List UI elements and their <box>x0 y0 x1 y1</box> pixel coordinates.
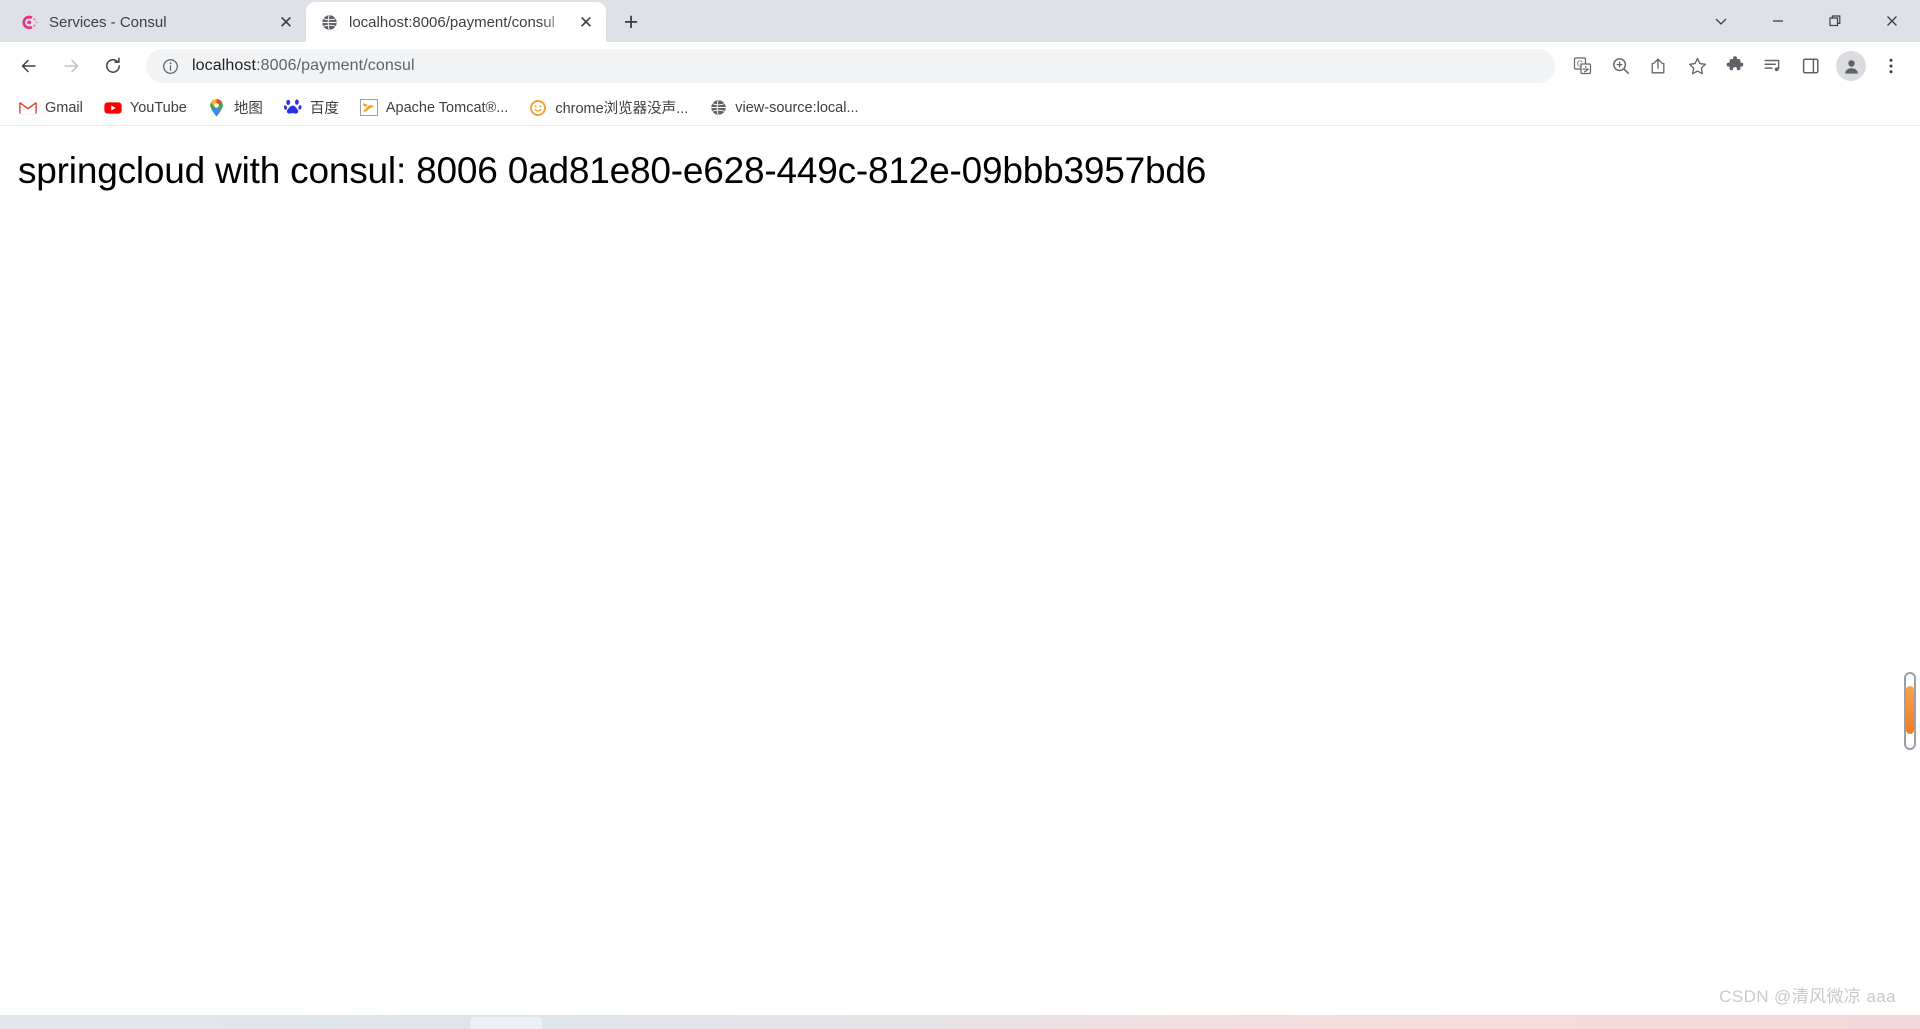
bookmark-gmail[interactable]: Gmail <box>10 94 92 122</box>
bookmark-label: Apache Tomcat®... <box>385 99 509 116</box>
zoom-icon[interactable] <box>1603 48 1639 84</box>
bookmark-maps[interactable]: 地图 <box>199 94 272 122</box>
bookmark-baidu[interactable]: 百度 <box>275 94 348 122</box>
scrollbar-thumb[interactable] <box>1906 686 1914 734</box>
bookmark-label: YouTube <box>129 99 187 116</box>
consul-logo-icon <box>20 13 38 31</box>
share-icon[interactable] <box>1641 48 1677 84</box>
youtube-icon <box>104 99 122 117</box>
gmail-icon <box>19 99 37 117</box>
tomcat-icon <box>359 99 378 117</box>
avatar[interactable] <box>1836 51 1866 81</box>
tab-close-button[interactable]: ✕ <box>274 10 298 34</box>
bookmark-star-icon[interactable] <box>1679 48 1715 84</box>
new-tab-button[interactable]: + <box>614 5 648 39</box>
tab-close-button[interactable]: ✕ <box>574 10 598 34</box>
bookmark-view-source[interactable]: view-source:local... <box>700 94 867 122</box>
google-maps-pin-icon <box>208 98 226 117</box>
toolbar-actions: G <box>1564 48 1910 84</box>
side-panel-icon[interactable] <box>1793 48 1829 84</box>
tab-strip: Services - Consul ✕ localhost:8006/payme… <box>0 0 1920 42</box>
bookmark-label: chrome浏览器没声... <box>555 101 689 117</box>
extensions-puzzle-icon[interactable] <box>1717 48 1753 84</box>
browser-tab-payment-consul[interactable]: localhost:8006/payment/consul ✕ <box>306 2 606 42</box>
reading-list-icon[interactable] <box>1755 48 1791 84</box>
window-controls <box>1692 0 1920 42</box>
site-info-icon[interactable] <box>160 56 180 76</box>
page-scrollbar[interactable] <box>1903 126 1918 1029</box>
page-title: springcloud with consul: 8006 0ad81e80-e… <box>18 150 1207 191</box>
maximize-restore-button[interactable] <box>1806 0 1863 42</box>
smiley-orange-icon <box>529 99 547 117</box>
bookmark-apache-tomcat[interactable]: Apache Tomcat®... <box>351 94 517 122</box>
globe-icon <box>320 13 338 31</box>
tab-search-button[interactable] <box>1692 0 1749 42</box>
desktop-taskbar-strip <box>0 1015 1920 1029</box>
page-viewport: springcloud with consul: 8006 0ad81e80-e… <box>0 126 1920 1029</box>
page-content: springcloud with consul: 8006 0ad81e80-e… <box>0 126 1920 192</box>
baidu-icon <box>283 99 302 117</box>
watermark-text: CSDN @清风微凉 aaa <box>1719 987 1896 1006</box>
bookmark-youtube[interactable]: YouTube <box>95 94 196 122</box>
bookmark-chrome-no-sound[interactable]: chrome浏览器没声... <box>520 94 697 122</box>
back-button[interactable] <box>11 48 47 84</box>
browser-tab-consul[interactable]: Services - Consul ✕ <box>6 2 306 42</box>
close-window-button[interactable] <box>1863 0 1920 42</box>
address-bar[interactable]: localhost:8006/payment/consul <box>146 49 1555 83</box>
bookmark-label: 地图 <box>233 101 263 117</box>
globe-icon <box>709 99 727 117</box>
minimize-button[interactable] <box>1749 0 1806 42</box>
tab-title: Services - Consul <box>49 13 167 31</box>
translate-icon[interactable]: G <box>1565 48 1601 84</box>
browser-toolbar: localhost:8006/payment/consul G <box>0 42 1920 90</box>
bookmark-label: 百度 <box>309 101 339 117</box>
forward-button[interactable] <box>53 48 89 84</box>
reload-button[interactable] <box>95 48 131 84</box>
chrome-menu-button[interactable] <box>1873 48 1909 84</box>
tab-title: localhost:8006/payment/consul <box>349 13 555 31</box>
bookmarks-bar: Gmail YouTube 地图 百度 Apache Tomcat®... ch… <box>0 90 1920 126</box>
url-path: :8006/payment/consul <box>256 57 415 74</box>
bookmark-label: Gmail <box>45 99 83 116</box>
taskbar-chip <box>470 1017 542 1029</box>
url-text: localhost:8006/payment/consul <box>192 57 415 75</box>
bookmark-label: view-source:local... <box>735 99 859 116</box>
url-host: localhost <box>192 57 257 74</box>
